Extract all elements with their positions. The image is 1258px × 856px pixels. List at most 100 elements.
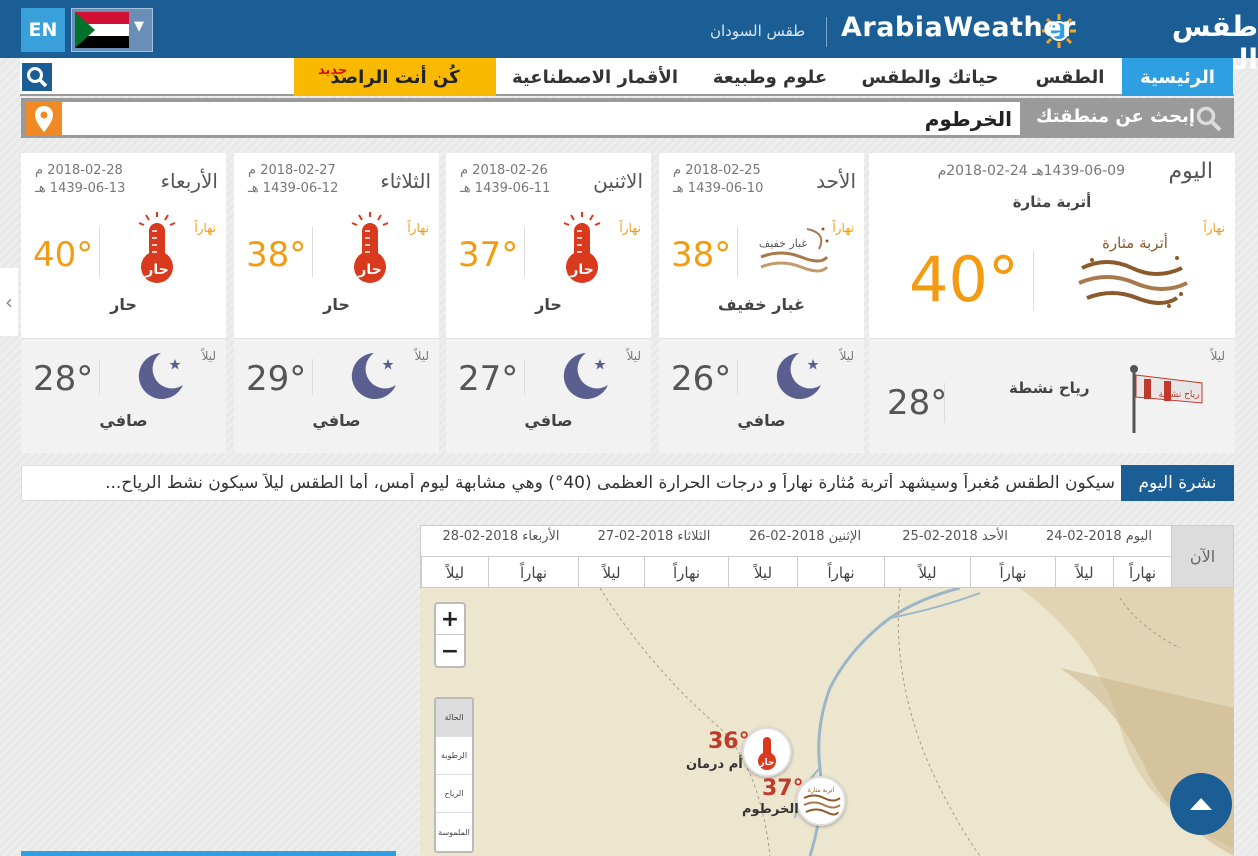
forecast-card[interactable]: الثلاثاء 2018-02-27 م 1439-06-12 هـ نهار… xyxy=(234,153,439,453)
day-condition: حار xyxy=(323,295,350,314)
daily-bulletin-text[interactable]: سيكون الطقس مُغبراً وسيشهد أتربة مُثارة … xyxy=(30,473,1115,493)
map-marker-omdurman[interactable]: حار 36° أم درمان xyxy=(686,727,796,777)
day-name: الاثنين xyxy=(593,169,643,193)
moon-icon xyxy=(138,353,183,399)
marker-city-name: أم درمان xyxy=(686,757,743,772)
sudan-flag-icon xyxy=(75,12,129,48)
country-weather-link[interactable]: طقس السودان xyxy=(710,22,805,40)
night-tag: ليلاً xyxy=(201,349,216,363)
night-condition: صافي xyxy=(737,411,786,430)
zoom-out-button[interactable]: − xyxy=(436,636,464,667)
marker-icon-label: أتربة مثارة xyxy=(808,786,835,794)
forecast-card[interactable]: الأربعاء 2018-02-28 م 1439-06-13 هـ نهار… xyxy=(21,153,226,453)
timeline-day-slot[interactable]: نهاراً xyxy=(644,556,728,588)
hijri-date: 1439-06-13 هـ xyxy=(35,181,126,196)
timeline-night-slot[interactable]: ليلاً xyxy=(1055,556,1113,588)
timeline-night-slot[interactable]: ليلاً xyxy=(421,556,488,588)
layer-humidity[interactable]: الرطوبة xyxy=(436,737,472,775)
card-divider xyxy=(1033,251,1034,311)
day-name: الأربعاء xyxy=(160,169,218,193)
dust-icon-label: أتربة مثارة xyxy=(1102,233,1168,252)
day-temperature: 38° xyxy=(246,235,307,275)
night-tag: ليلاً xyxy=(626,349,641,363)
day-tag: نهاراً xyxy=(619,221,641,235)
timeline-now-button[interactable]: الآن xyxy=(1171,525,1234,588)
nav-science-nature[interactable]: علوم وطبيعة xyxy=(700,58,840,96)
night-temperature: 29° xyxy=(246,359,307,399)
hot-icon-label: حار xyxy=(144,262,168,278)
timeline-day-slot[interactable]: نهاراً xyxy=(970,556,1055,588)
day-condition: حار xyxy=(110,295,137,314)
day-tag: نهاراً xyxy=(1203,221,1225,235)
layer-wind[interactable]: الرياح xyxy=(436,775,472,813)
night-condition: رياح نشطة xyxy=(1009,379,1090,397)
location-pin-icon xyxy=(35,105,53,132)
hijri-date: 1439-06-10 هـ xyxy=(673,181,764,196)
timeline-date: الأحد 2018-02-25 xyxy=(902,529,1008,544)
timeline-day-slot[interactable]: نهاراً xyxy=(1113,556,1171,588)
wind-icon-label: رياح نشطة xyxy=(1158,390,1199,400)
daily-bulletin-label[interactable]: نشرة اليوم xyxy=(1121,465,1234,501)
night-tag: ليلاً xyxy=(1210,349,1225,363)
nav-life-weather[interactable]: حياتك والطقس xyxy=(850,58,1010,96)
layer-condition[interactable]: الحالة xyxy=(436,699,472,737)
marker-temperature: 36° xyxy=(708,729,750,754)
header-divider xyxy=(826,17,827,47)
timeline-night-slot[interactable]: ليلاً xyxy=(728,556,797,588)
timeline-day-slot[interactable]: نهاراً xyxy=(488,556,578,588)
card-divider xyxy=(99,359,100,395)
nav-weather[interactable]: الطقس xyxy=(1020,58,1120,96)
timeline-night-slot[interactable]: ليلاً xyxy=(578,556,644,588)
day-name: الثلاثاء xyxy=(380,169,431,193)
card-divider xyxy=(524,227,525,277)
today-card[interactable]: اليوم 1439-06-09هـ 24-02-2018م أتربة مثا… xyxy=(869,153,1235,453)
new-badge: جديد xyxy=(318,63,348,78)
timeline-night-slot[interactable]: ليلاً xyxy=(884,556,970,588)
card-divider xyxy=(99,227,100,277)
sidebar-widget-top xyxy=(21,851,396,856)
search-icon xyxy=(27,67,48,88)
country-selector[interactable]: ▼ xyxy=(71,8,153,52)
map-marker-khartoum[interactable]: أتربة مثارة 37° الخرطوم xyxy=(742,776,852,826)
hijri-date: 1439-06-12 هـ xyxy=(248,181,339,196)
hot-icon-label: حار xyxy=(569,262,593,278)
layer-feels-like[interactable]: الملموسة xyxy=(436,813,472,851)
forecast-card[interactable]: الأحد 2018-02-25 م 1439-06-10 هـ نهاراً … xyxy=(659,153,864,453)
card-divider xyxy=(524,359,525,395)
day-date: 1439-06-09هـ 24-02-2018م xyxy=(937,163,1125,179)
wind-icon: رياح نشطة xyxy=(1130,365,1203,433)
locate-button[interactable] xyxy=(26,102,62,135)
day-temperature: 40° xyxy=(909,243,1019,316)
brand-name[interactable]: ArabiaWeather xyxy=(841,12,1076,43)
card-divider xyxy=(312,227,313,277)
night-condition: صافي xyxy=(524,411,573,430)
search-label: إبحث عن منطقتك xyxy=(1036,106,1196,127)
forecast-card[interactable]: الاثنين 2018-02-26 م 1439-06-11 هـ نهارا… xyxy=(446,153,651,453)
arrow-up-icon xyxy=(1190,798,1212,810)
map-layer-panel: الحالة الرطوبة الرياح الملموسة xyxy=(434,697,474,853)
card-divider xyxy=(737,359,738,395)
language-button[interactable]: EN xyxy=(21,8,65,52)
nav-search-button[interactable] xyxy=(22,63,52,91)
moon-icon xyxy=(563,353,608,399)
nav-reporter[interactable]: كُن أنت الراصد جديد xyxy=(294,58,496,96)
night-panel: ليلاً 26° صافي xyxy=(659,338,864,453)
day-condition: غبار خفيف xyxy=(718,295,805,314)
hot-thermometer-icon: حار xyxy=(563,212,601,283)
day-condition: حار xyxy=(535,295,562,314)
night-temperature: 28° xyxy=(33,359,94,399)
scroll-to-top-button[interactable] xyxy=(1170,773,1232,835)
timeline-day-slot[interactable]: نهاراً xyxy=(797,556,884,588)
nav-satellites[interactable]: الأقمار الاصطناعية xyxy=(505,58,685,96)
night-temperature: 28° xyxy=(887,383,948,423)
hot-icon-label: حار xyxy=(357,262,381,278)
day-temperature: 38° xyxy=(671,235,732,275)
day-temperature: 37° xyxy=(458,235,519,275)
location-search-input[interactable] xyxy=(62,102,1020,135)
day-name: الأحد xyxy=(816,169,856,193)
nav-home[interactable]: الرئيسية xyxy=(1122,58,1233,96)
day-tag: نهاراً xyxy=(407,221,429,235)
search-icon[interactable] xyxy=(1196,106,1222,132)
zoom-in-button[interactable]: + xyxy=(436,604,464,635)
carousel-prev-button[interactable]: ‹ xyxy=(0,268,18,336)
